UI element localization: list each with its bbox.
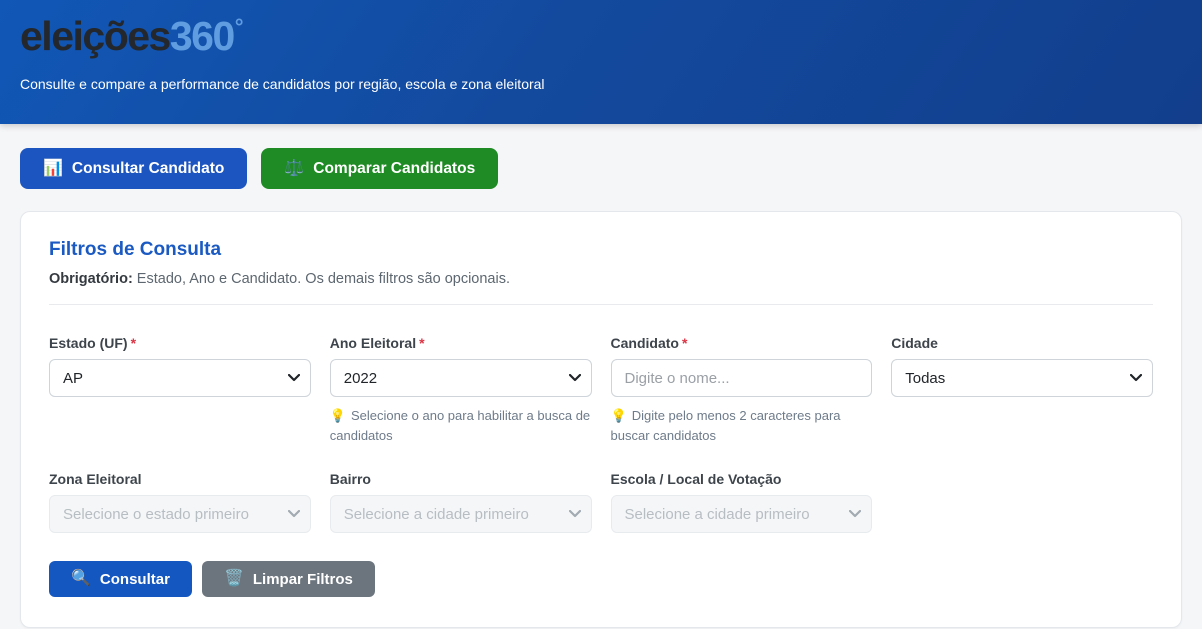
consultar-button[interactable]: 🔍 Consultar [49, 561, 192, 597]
consult-candidate-button[interactable]: 📊 Consultar Candidato [20, 148, 247, 189]
filters-card: Filtros de Consulta Obrigatório: Estado,… [20, 211, 1182, 628]
limpar-filtros-label: Limpar Filtros [253, 571, 353, 588]
limpar-filtros-button[interactable]: 🗑️ Limpar Filtros [202, 561, 375, 597]
field-estado: Estado (UF)* AP [49, 335, 311, 446]
cidade-label-text: Cidade [891, 335, 938, 351]
estado-label-text: Estado (UF) [49, 335, 128, 351]
escola-label-text: Escola / Local de Votação [611, 471, 782, 487]
ano-required-mark: * [419, 335, 424, 351]
filters-note-required: Obrigatório: [49, 271, 133, 287]
ano-label: Ano Eleitoral* [330, 335, 592, 351]
candidato-label-text: Candidato [611, 335, 679, 351]
candidato-hint-text: Digite pelo menos 2 caracteres para busc… [611, 408, 841, 443]
filters-note-rest: Estado, Ano e Candidato. Os demais filtr… [133, 271, 510, 287]
logo-accent: 360 [170, 13, 234, 59]
ano-select-wrap: 2022 [330, 359, 592, 397]
form-actions: 🔍 Consultar 🗑️ Limpar Filtros [49, 561, 1153, 597]
card-divider [49, 304, 1153, 305]
compare-candidates-label: Comparar Candidatos [313, 160, 475, 178]
header-subtitle: Consulte e compare a performance de cand… [20, 76, 1182, 92]
escola-select[interactable]: Selecione a cidade primeiro [611, 495, 873, 533]
lightbulb-icon: 💡 [330, 408, 346, 423]
field-ano: Ano Eleitoral* 2022 💡Selecione o ano par… [330, 335, 592, 446]
field-escola: Escola / Local de Votação Selecione a ci… [611, 471, 873, 533]
compare-candidates-button[interactable]: ⚖️ Comparar Candidatos [261, 148, 498, 189]
zona-label: Zona Eleitoral [49, 471, 311, 487]
filters-note: Obrigatório: Estado, Ano e Candidato. Os… [49, 271, 1153, 287]
candidato-hint: 💡Digite pelo menos 2 caracteres para bus… [611, 406, 873, 446]
lightbulb-icon: 💡 [611, 408, 627, 423]
app-header: eleições360° Consulte e compare a perfor… [0, 0, 1202, 124]
cidade-select[interactable]: Todas [891, 359, 1153, 397]
mode-buttons: 📊 Consultar Candidato ⚖️ Comparar Candid… [20, 148, 1182, 189]
field-bairro: Bairro Selecione a cidade primeiro [330, 471, 592, 533]
logo-degree-icon: ° [235, 14, 242, 39]
zona-select[interactable]: Selecione o estado primeiro [49, 495, 311, 533]
candidato-required-mark: * [682, 335, 687, 351]
estado-label: Estado (UF)* [49, 335, 311, 351]
logo-text: eleições [20, 13, 170, 59]
field-cidade: Cidade Todas [891, 335, 1153, 446]
estado-select-wrap: AP [49, 359, 311, 397]
escola-label: Escola / Local de Votação [611, 471, 873, 487]
ano-hint-text: Selecione o ano para habilitar a busca d… [330, 408, 590, 443]
zona-select-wrap: Selecione o estado primeiro [49, 495, 311, 533]
bairro-label-text: Bairro [330, 471, 371, 487]
consult-candidate-label: Consultar Candidato [72, 160, 224, 178]
cidade-select-wrap: Todas [891, 359, 1153, 397]
estado-select[interactable]: AP [49, 359, 311, 397]
app-logo: eleições360° [20, 13, 1182, 60]
ano-label-text: Ano Eleitoral [330, 335, 416, 351]
field-candidato: Candidato* 💡Digite pelo menos 2 caracter… [611, 335, 873, 446]
bairro-select[interactable]: Selecione a cidade primeiro [330, 495, 592, 533]
cidade-label: Cidade [891, 335, 1153, 351]
main-content: 📊 Consultar Candidato ⚖️ Comparar Candid… [0, 148, 1202, 628]
estado-required-mark: * [131, 335, 136, 351]
candidato-label: Candidato* [611, 335, 873, 351]
bairro-label: Bairro [330, 471, 592, 487]
bar-chart-icon: 📊 [43, 161, 63, 177]
empty-grid-cell [891, 471, 1153, 533]
ano-hint: 💡Selecione o ano para habilitar a busca … [330, 406, 592, 446]
ano-select[interactable]: 2022 [330, 359, 592, 397]
escola-select-wrap: Selecione a cidade primeiro [611, 495, 873, 533]
filters-grid: Estado (UF)* AP Ano Eleitoral* [49, 335, 1153, 533]
scales-icon: ⚖️ [284, 161, 304, 177]
field-zona: Zona Eleitoral Selecione o estado primei… [49, 471, 311, 533]
bairro-select-wrap: Selecione a cidade primeiro [330, 495, 592, 533]
search-icon: 🔍 [71, 571, 91, 587]
consultar-label: Consultar [100, 571, 170, 588]
candidato-input[interactable] [611, 359, 873, 397]
zona-label-text: Zona Eleitoral [49, 471, 142, 487]
candidato-input-wrap [611, 359, 873, 397]
trash-icon: 🗑️ [224, 571, 244, 587]
filters-title: Filtros de Consulta [49, 239, 1153, 261]
